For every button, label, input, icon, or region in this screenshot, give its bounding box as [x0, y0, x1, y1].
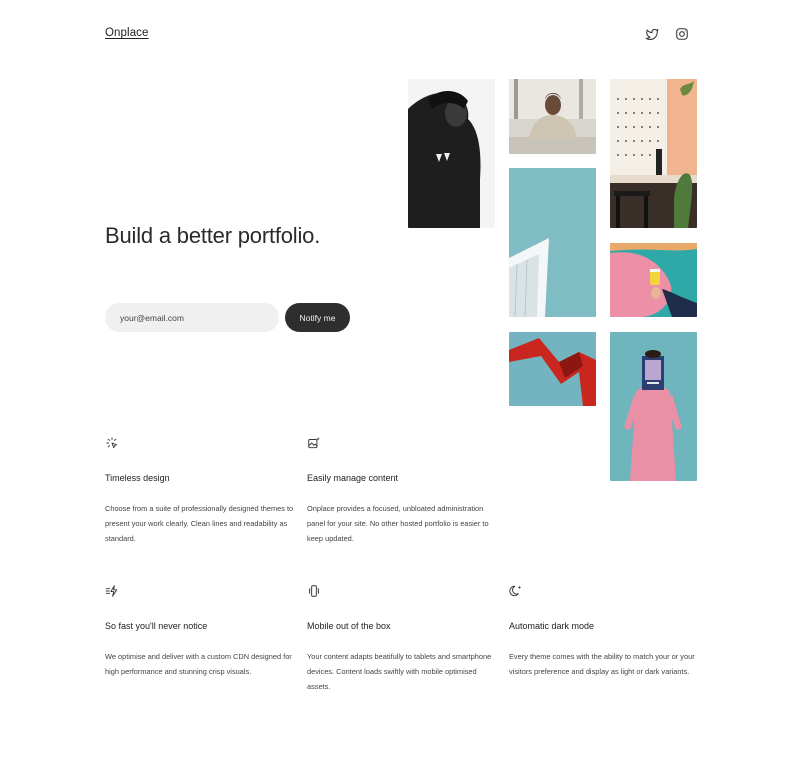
gallery-photo-bw-portrait [408, 79, 495, 228]
email-input[interactable] [105, 303, 279, 332]
gallery-photo-man-at-desk [509, 79, 596, 154]
feature-title-dark-mode: Automatic dark mode [509, 621, 595, 631]
moon-sparkle-icon [509, 584, 523, 598]
hero-title: Build a better portfolio. [105, 223, 321, 248]
feature-desc-fast: We optimise and deliver with a custom CD… [105, 652, 292, 676]
feature-title-manage-content: Easily manage content [307, 473, 399, 483]
fast-lightning-icon [105, 584, 119, 598]
phone-vibrate-icon [307, 584, 321, 598]
cursor-click-icon [105, 436, 119, 450]
feature-desc-dark-mode: Every theme comes with the ability to ma… [509, 652, 695, 676]
notify-me-button[interactable]: Notify me [285, 303, 350, 332]
logo-link[interactable]: Onplace [105, 27, 149, 39]
gallery-photo-woman-pink-dress [610, 332, 697, 481]
gallery-photo-cafe-interior [610, 79, 697, 228]
feature-desc-mobile: Your content adapts beatifully to tablet… [307, 652, 492, 691]
image-sparkle-icon [307, 436, 321, 450]
feature-desc-timeless-design: Choose from a suite of professionally de… [105, 504, 294, 543]
feature-desc-manage-content: Onplace provides a focused, unbloated ad… [307, 504, 489, 543]
gallery-photo-yellow-cup [610, 243, 697, 317]
instagram-icon[interactable] [675, 27, 689, 41]
gallery-photo-red-sculpture [509, 332, 596, 406]
feature-title-mobile: Mobile out of the box [307, 621, 391, 631]
feature-title-fast: So fast you'll never notice [105, 621, 208, 631]
gallery-photo-white-building [509, 168, 596, 317]
twitter-icon[interactable] [645, 27, 659, 41]
feature-title-timeless-design: Timeless design [105, 473, 170, 483]
